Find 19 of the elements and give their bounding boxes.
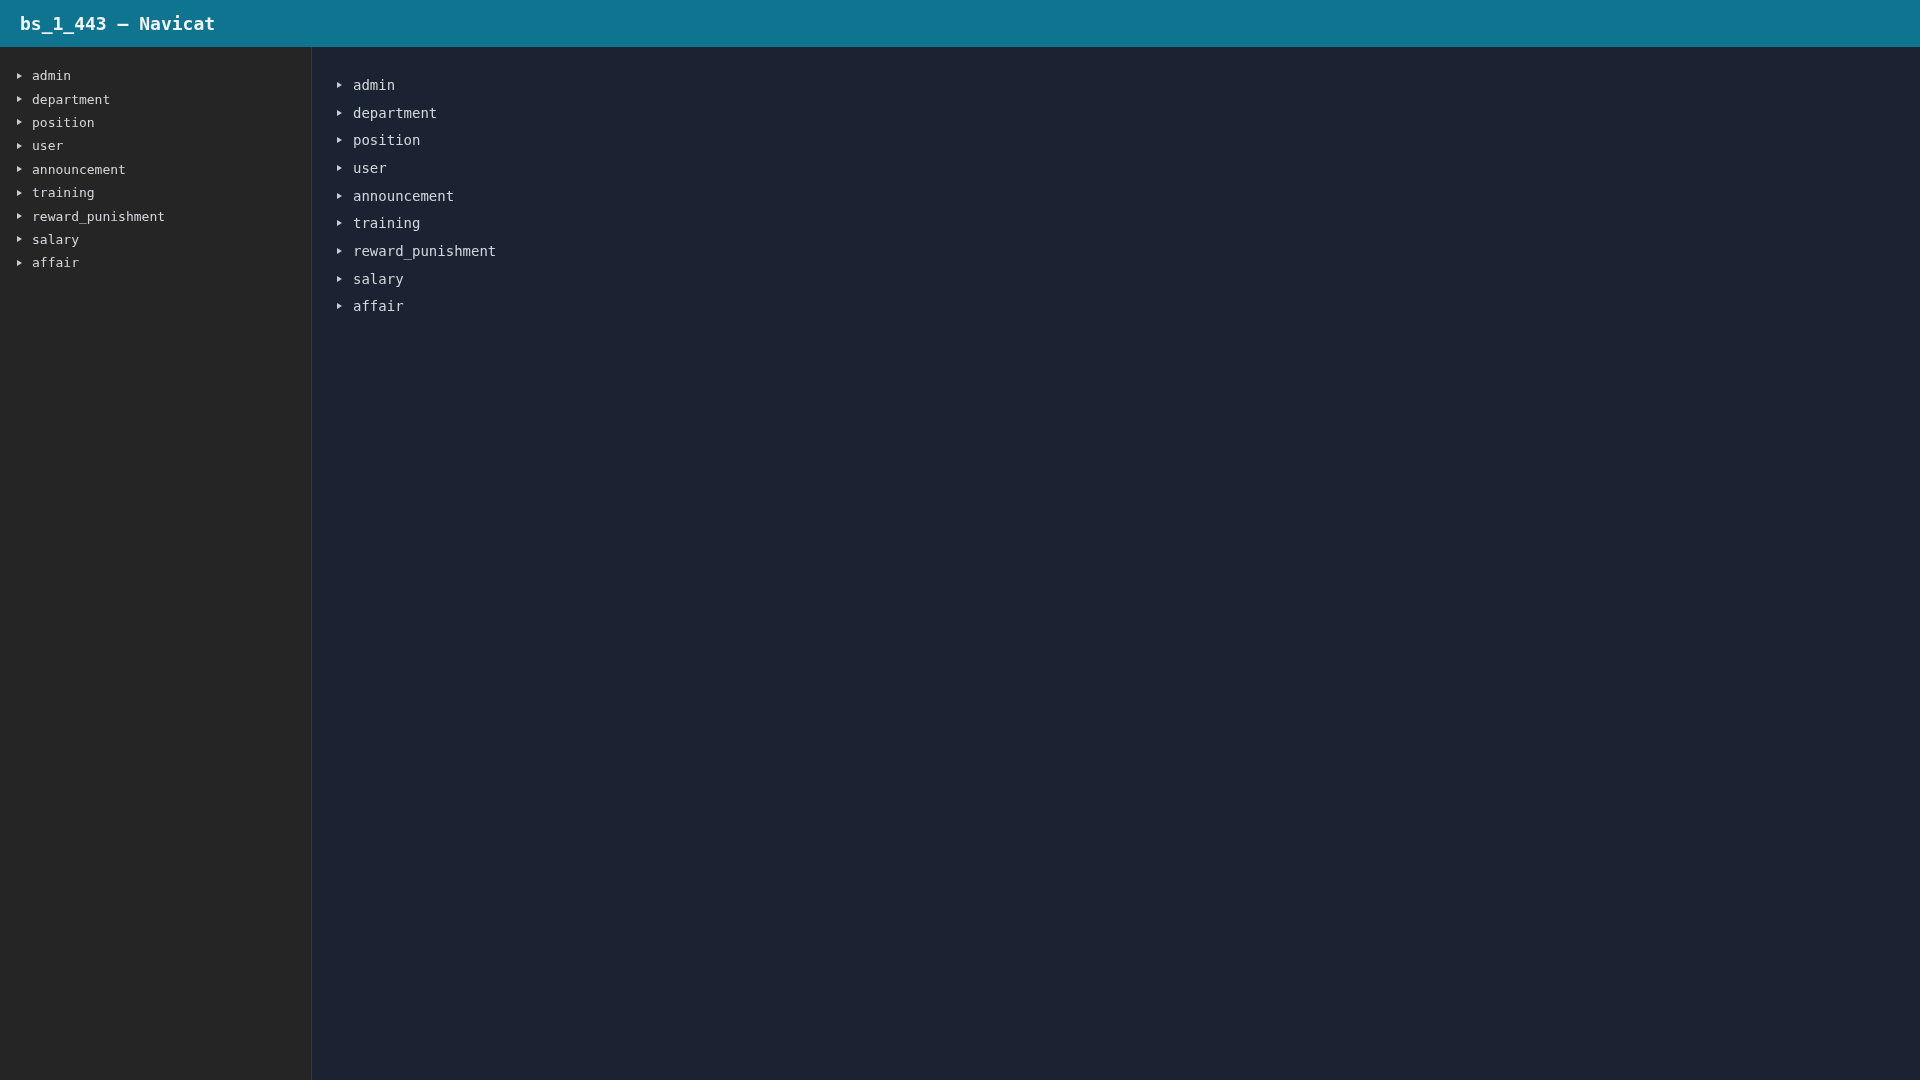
tree-item[interactable]: user xyxy=(17,134,64,158)
tree-item[interactable]: reward_punishment xyxy=(337,237,497,265)
tree-item[interactable]: affair xyxy=(337,292,404,321)
tree-item[interactable]: training xyxy=(337,209,421,238)
tree-item[interactable]: affair xyxy=(17,251,79,275)
tree-item[interactable]: announcement xyxy=(337,181,455,210)
tree-item[interactable]: announcement xyxy=(17,157,126,181)
window-title: bs_1_443 — Navicat xyxy=(20,13,216,34)
tree-item[interactable]: department xyxy=(337,98,438,127)
tree-item[interactable]: position xyxy=(17,110,95,135)
tree-item[interactable]: salary xyxy=(17,227,79,252)
tree-item[interactable]: admin xyxy=(337,71,396,99)
tree-item[interactable]: salary xyxy=(337,264,404,293)
tree-item[interactable]: reward_punishment xyxy=(17,204,166,228)
tree-item[interactable]: user xyxy=(337,154,387,182)
tree-item[interactable]: department xyxy=(17,87,111,111)
tree-item[interactable]: position xyxy=(337,126,421,155)
tree-item[interactable]: admin xyxy=(17,64,72,88)
tree-item[interactable]: training xyxy=(17,180,95,205)
